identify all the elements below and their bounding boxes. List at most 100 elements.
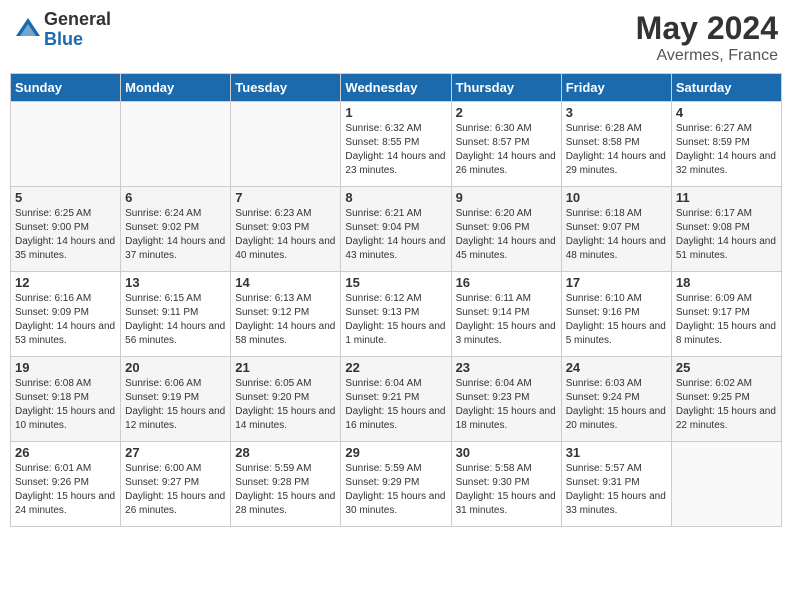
calendar-day-cell: 25 Sunrise: 6:02 AMSunset: 9:25 PMDayligh… [671, 357, 781, 442]
logo: General Blue [14, 10, 111, 50]
calendar-day-cell: 15 Sunrise: 6:12 AMSunset: 9:13 PMDayligh… [341, 272, 451, 357]
day-number: 25 [676, 360, 777, 375]
day-info: Sunrise: 6:03 AMSunset: 9:24 PMDaylight:… [566, 377, 667, 433]
day-number: 29 [345, 445, 446, 460]
day-number: 31 [566, 445, 667, 460]
calendar-day-cell: 1Sunrise: 6:32 AMSunset: 8:55 PMDaylight… [341, 102, 451, 187]
calendar-day-cell: 10 Sunrise: 6:18 AMSunset: 9:07 PMDayligh… [561, 187, 671, 272]
day-number: 2 [456, 105, 557, 120]
calendar-day-cell: 18 Sunrise: 6:09 AMSunset: 9:17 PMDayligh… [671, 272, 781, 357]
month-year-title: May 2024 [636, 10, 778, 47]
day-info: Sunrise: 6:09 AMSunset: 9:17 PMDaylight:… [676, 292, 777, 348]
day-info: Sunrise: 6:06 AMSunset: 9:19 PMDaylight:… [125, 377, 226, 433]
calendar-week-row: 26 Sunrise: 6:01 AMSunset: 9:26 PMDayligh… [11, 442, 782, 527]
day-number: 10 [566, 190, 667, 205]
day-of-week-header: Friday [561, 74, 671, 102]
day-number: 3 [566, 105, 667, 120]
day-info: Sunrise: 6:18 AMSunset: 9:07 PMDaylight:… [566, 207, 667, 263]
day-info: Sunrise: 6:11 AMSunset: 9:14 PMDaylight:… [456, 292, 557, 348]
day-of-week-header: Tuesday [231, 74, 341, 102]
calendar-day-cell: 16 Sunrise: 6:11 AMSunset: 9:14 PMDayligh… [451, 272, 561, 357]
day-info: Sunrise: 6:17 AMSunset: 9:08 PMDaylight:… [676, 207, 777, 263]
day-info: Sunrise: 6:25 AMSunset: 9:00 PMDaylight:… [15, 207, 116, 263]
calendar-day-cell: 5 Sunrise: 6:25 AMSunset: 9:00 PMDaylight… [11, 187, 121, 272]
calendar-day-cell [121, 102, 231, 187]
day-number: 19 [15, 360, 116, 375]
calendar-day-cell: 12Sunrise: 6:16 AMSunset: 9:09 PMDayligh… [11, 272, 121, 357]
calendar-day-cell: 11Sunrise: 6:17 AMSunset: 9:08 PMDayligh… [671, 187, 781, 272]
calendar-week-row: 5 Sunrise: 6:25 AMSunset: 9:00 PMDaylight… [11, 187, 782, 272]
day-number: 5 [15, 190, 116, 205]
day-number: 9 [456, 190, 557, 205]
day-number: 26 [15, 445, 116, 460]
day-info: Sunrise: 5:58 AMSunset: 9:30 PMDaylight:… [456, 462, 557, 518]
day-info: Sunrise: 6:12 AMSunset: 9:13 PMDaylight:… [345, 292, 446, 348]
day-info: Sunrise: 6:23 AMSunset: 9:03 PMDaylight:… [235, 207, 336, 263]
day-number: 15 [345, 275, 446, 290]
day-number: 7 [235, 190, 336, 205]
calendar-day-cell: 22Sunrise: 6:04 AMSunset: 9:21 PMDayligh… [341, 357, 451, 442]
day-info: Sunrise: 6:04 AMSunset: 9:23 PMDaylight:… [456, 377, 557, 433]
day-info: Sunrise: 6:01 AMSunset: 9:26 PMDaylight:… [15, 462, 116, 518]
logo-icon [14, 16, 42, 44]
logo-blue-text: Blue [44, 30, 111, 50]
days-of-week-row: SundayMondayTuesdayWednesdayThursdayFrid… [11, 74, 782, 102]
calendar-day-cell: 3 Sunrise: 6:28 AMSunset: 8:58 PMDaylight… [561, 102, 671, 187]
day-number: 14 [235, 275, 336, 290]
calendar-day-cell [671, 442, 781, 527]
calendar-table: SundayMondayTuesdayWednesdayThursdayFrid… [10, 73, 782, 527]
day-number: 28 [235, 445, 336, 460]
calendar-body: 1Sunrise: 6:32 AMSunset: 8:55 PMDaylight… [11, 102, 782, 527]
logo-text: General Blue [44, 10, 111, 50]
calendar-day-cell: 19Sunrise: 6:08 AMSunset: 9:18 PMDayligh… [11, 357, 121, 442]
calendar-day-cell: 7 Sunrise: 6:23 AMSunset: 9:03 PMDaylight… [231, 187, 341, 272]
day-of-week-header: Wednesday [341, 74, 451, 102]
calendar-day-cell: 13Sunrise: 6:15 AMSunset: 9:11 PMDayligh… [121, 272, 231, 357]
day-number: 21 [235, 360, 336, 375]
day-number: 8 [345, 190, 446, 205]
day-number: 30 [456, 445, 557, 460]
location-subtitle: Avermes, France [636, 47, 778, 65]
day-info: Sunrise: 6:28 AMSunset: 8:58 PMDaylight:… [566, 122, 667, 178]
calendar-day-cell: 9 Sunrise: 6:20 AMSunset: 9:06 PMDaylight… [451, 187, 561, 272]
day-info: Sunrise: 6:05 AMSunset: 9:20 PMDaylight:… [235, 377, 336, 433]
day-info: Sunrise: 6:32 AMSunset: 8:55 PMDaylight:… [345, 122, 446, 178]
calendar-week-row: 12Sunrise: 6:16 AMSunset: 9:09 PMDayligh… [11, 272, 782, 357]
day-info: Sunrise: 6:20 AMSunset: 9:06 PMDaylight:… [456, 207, 557, 263]
calendar-day-cell: 4Sunrise: 6:27 AMSunset: 8:59 PMDaylight… [671, 102, 781, 187]
calendar-day-cell: 30 Sunrise: 5:58 AMSunset: 9:30 PMDayligh… [451, 442, 561, 527]
day-info: Sunrise: 5:57 AMSunset: 9:31 PMDaylight:… [566, 462, 667, 518]
day-info: Sunrise: 6:13 AMSunset: 9:12 PMDaylight:… [235, 292, 336, 348]
calendar-week-row: 19Sunrise: 6:08 AMSunset: 9:18 PMDayligh… [11, 357, 782, 442]
day-number: 16 [456, 275, 557, 290]
calendar-day-cell: 28Sunrise: 5:59 AMSunset: 9:28 PMDayligh… [231, 442, 341, 527]
day-of-week-header: Monday [121, 74, 231, 102]
calendar-day-cell: 2 Sunrise: 6:30 AMSunset: 8:57 PMDaylight… [451, 102, 561, 187]
calendar-week-row: 1Sunrise: 6:32 AMSunset: 8:55 PMDaylight… [11, 102, 782, 187]
title-block: May 2024 Avermes, France [636, 10, 778, 65]
day-info: Sunrise: 6:10 AMSunset: 9:16 PMDaylight:… [566, 292, 667, 348]
calendar-day-cell: 8 Sunrise: 6:21 AMSunset: 9:04 PMDaylight… [341, 187, 451, 272]
calendar-day-cell: 29 Sunrise: 5:59 AMSunset: 9:29 PMDayligh… [341, 442, 451, 527]
calendar-day-cell: 31 Sunrise: 5:57 AMSunset: 9:31 PMDayligh… [561, 442, 671, 527]
day-of-week-header: Saturday [671, 74, 781, 102]
day-info: Sunrise: 6:24 AMSunset: 9:02 PMDaylight:… [125, 207, 226, 263]
day-info: Sunrise: 6:02 AMSunset: 9:25 PMDaylight:… [676, 377, 777, 433]
day-info: Sunrise: 6:30 AMSunset: 8:57 PMDaylight:… [456, 122, 557, 178]
calendar-day-cell: 6Sunrise: 6:24 AMSunset: 9:02 PMDaylight… [121, 187, 231, 272]
calendar-day-cell: 26 Sunrise: 6:01 AMSunset: 9:26 PMDayligh… [11, 442, 121, 527]
day-of-week-header: Thursday [451, 74, 561, 102]
day-of-week-header: Sunday [11, 74, 121, 102]
calendar-day-cell: 24Sunrise: 6:03 AMSunset: 9:24 PMDayligh… [561, 357, 671, 442]
calendar-day-cell: 23 Sunrise: 6:04 AMSunset: 9:23 PMDayligh… [451, 357, 561, 442]
day-info: Sunrise: 6:21 AMSunset: 9:04 PMDaylight:… [345, 207, 446, 263]
logo-general-text: General [44, 10, 111, 30]
day-number: 23 [456, 360, 557, 375]
calendar-day-cell: 17 Sunrise: 6:10 AMSunset: 9:16 PMDayligh… [561, 272, 671, 357]
day-info: Sunrise: 5:59 AMSunset: 9:29 PMDaylight:… [345, 462, 446, 518]
calendar-day-cell [231, 102, 341, 187]
calendar-header: SundayMondayTuesdayWednesdayThursdayFrid… [11, 74, 782, 102]
day-info: Sunrise: 6:15 AMSunset: 9:11 PMDaylight:… [125, 292, 226, 348]
day-number: 18 [676, 275, 777, 290]
day-number: 17 [566, 275, 667, 290]
